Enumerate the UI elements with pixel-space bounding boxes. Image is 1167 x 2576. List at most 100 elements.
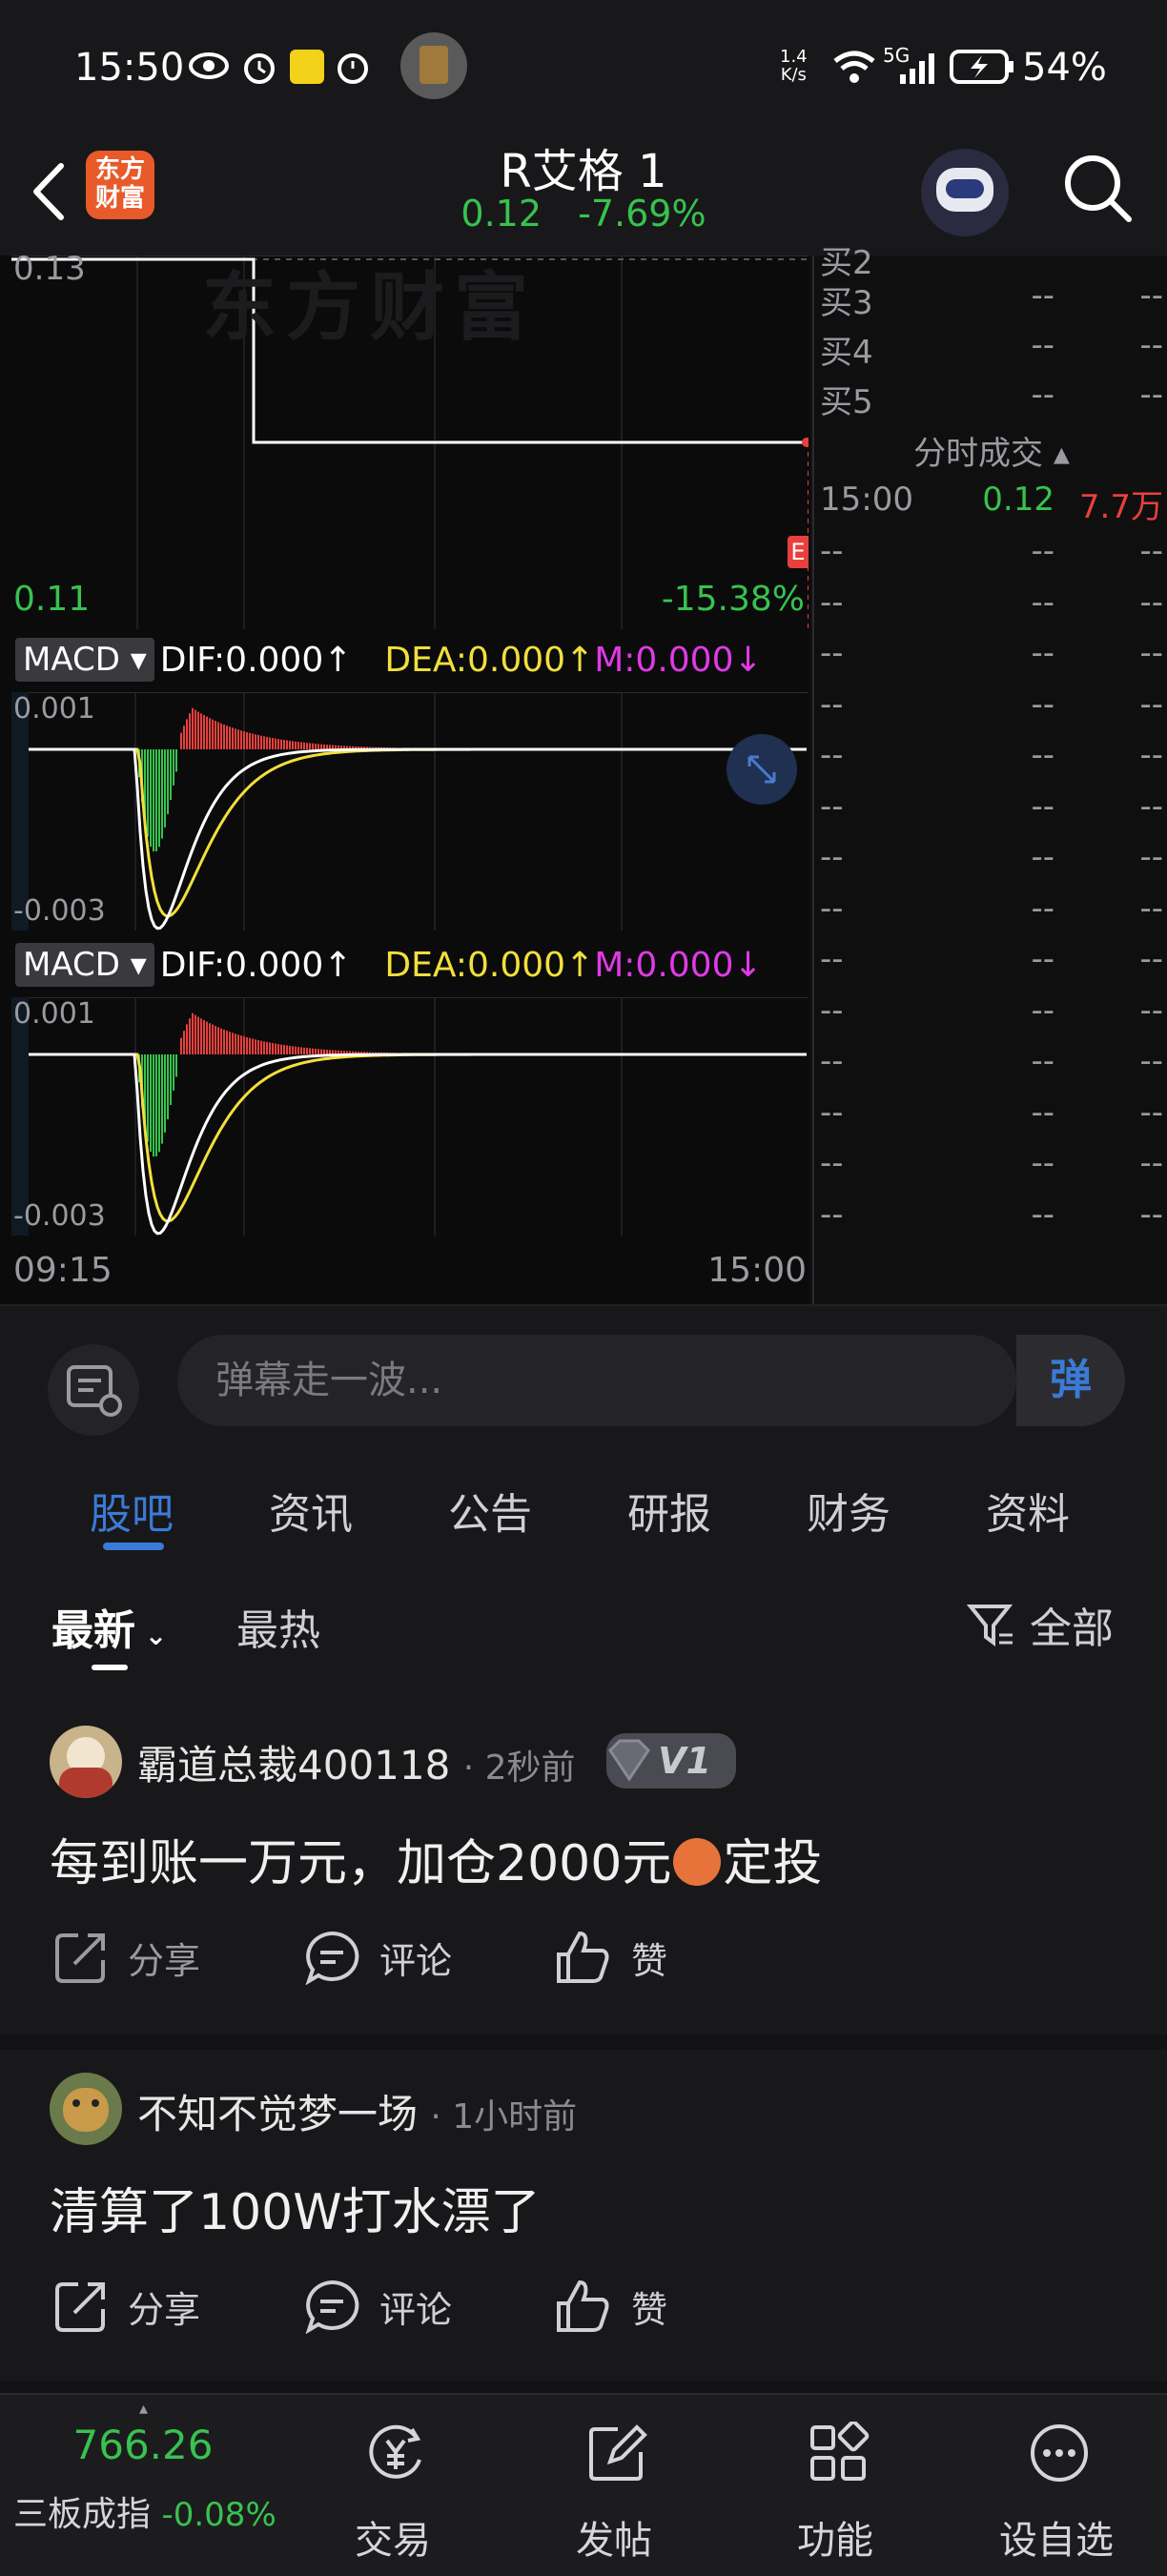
signal-icon — [900, 53, 934, 84]
post-item[interactable]: 不知不觉梦一场 · 1小时前 清算了100W打水漂了 分享 评论 赞 — [0, 2050, 1167, 2382]
share-button[interactable]: 分享 — [53, 1930, 200, 1985]
trade-row: -- -- -- — [820, 532, 1163, 570]
battery-percent: 54% — [1022, 46, 1107, 90]
status-time: 15:50 — [74, 46, 185, 90]
tab-guba[interactable]: 股吧 — [90, 1480, 174, 1541]
net-speed: 1.4 K/s — [780, 47, 808, 85]
share-button[interactable]: 分享 — [53, 2279, 200, 2334]
macd-selector[interactable]: MACD ▾ — [15, 943, 154, 987]
post-author[interactable]: 霸道总裁400118 · 2秒前 — [137, 1733, 576, 1791]
macd-y-bottom: -0.003 — [13, 1199, 106, 1233]
post-author[interactable]: 不知不觉梦一场 · 1小时前 — [137, 2082, 577, 2140]
index-ticker[interactable]: ▴ 766.26 三板成指 -0.08% — [0, 2395, 296, 2576]
danmaku-settings-icon — [67, 1365, 122, 1417]
macd-selector[interactable]: MACD ▾ — [15, 638, 154, 682]
sort-latest[interactable]: 最新 ⌄ — [51, 1596, 167, 1657]
like-button[interactable]: 赞 — [555, 2279, 667, 2334]
price-low-label: 0.11 — [13, 580, 91, 619]
tab-research[interactable]: 研报 — [627, 1480, 711, 1541]
comment-button[interactable]: 评论 — [303, 1930, 452, 1985]
trade-row: -- -- -- — [820, 940, 1163, 978]
macd-y-bottom: -0.003 — [13, 894, 106, 928]
sort-bar: 最新 ⌄ 最热 全部 — [0, 1560, 1167, 1684]
battery-icon — [950, 50, 1013, 84]
danmaku-settings-button[interactable] — [48, 1344, 139, 1436]
danmaku-send-button[interactable]: 弹 — [1016, 1335, 1125, 1426]
macd-y-top: 0.001 — [13, 997, 95, 1031]
trade-row: -- -- -- — [820, 787, 1163, 826]
intraday-chart-area[interactable]: 东方财富 0.13 0.11 -15.38% E MACD ▾ DIF:0.00… — [0, 250, 810, 1304]
trade-row: -- -- -- — [820, 889, 1163, 928]
macd-dif: DIF:0.000↑ — [159, 640, 353, 680]
avatar[interactable] — [50, 2073, 122, 2145]
order-book: 买2 买3 -- -- 买4 -- -- 买5 -- -- 分时成交 ▴ 15:… — [812, 244, 1167, 1304]
assistant-robot-icon[interactable] — [921, 149, 1009, 236]
nav-functions[interactable]: 功能 — [740, 2395, 931, 2576]
compose-icon — [589, 2424, 647, 2481]
active-tab-indicator — [103, 1543, 164, 1550]
nav-trade[interactable]: 交易 — [297, 2395, 488, 2576]
post-time: 1小时前 — [452, 2097, 578, 2136]
trade-row: -- -- -- — [820, 1144, 1163, 1182]
thumbs-up-icon — [557, 2280, 609, 2332]
danmaku-input[interactable]: 弹幕走一波... — [177, 1335, 1016, 1426]
price-top-label: 0.13 — [13, 250, 86, 288]
macd-dea: DEA:0.000↑ — [384, 640, 595, 680]
nav-watchlist[interactable]: 设自选 — [961, 2395, 1152, 2576]
content-tabs: 股吧 资讯 公告 研报 财务 资料 — [0, 1451, 1167, 1562]
search-icon[interactable] — [1060, 151, 1136, 227]
thumbs-up-icon — [557, 1931, 609, 1983]
comment-button[interactable]: 评论 — [303, 2279, 452, 2334]
post-text: 清算了100W打水漂了 — [50, 2184, 541, 2241]
danmaku-bar: 弹幕走一波... 弹 — [0, 1304, 1167, 1453]
sort-hottest[interactable]: 最热 — [236, 1596, 320, 1657]
tab-profile[interactable]: 资料 — [986, 1480, 1070, 1541]
trades-header[interactable]: 分时成交 ▴ — [814, 427, 1167, 474]
post-divider — [0, 2034, 1167, 2050]
macd-dea-line — [29, 1053, 807, 1223]
event-marker[interactable]: E — [788, 536, 809, 568]
macd-legend-1: MACD ▾ DIF:0.000↑ DEA:0.000↑ M:0.000↓ — [15, 635, 763, 685]
macd-dea-line — [29, 747, 807, 918]
comment-icon — [305, 2280, 359, 2334]
macd-m: M:0.000↓ — [594, 640, 763, 680]
bid-row: 买4 -- -- — [820, 326, 1163, 372]
trade-row: 15:00 0.12 7.7万 — [820, 480, 1163, 526]
alarm-icon — [244, 53, 275, 84]
bid-row: 买3 -- -- — [820, 276, 1163, 322]
expand-chart-button[interactable] — [727, 734, 797, 805]
share-icon — [55, 1933, 105, 1983]
sort-indicator — [92, 1665, 128, 1670]
like-button[interactable]: 赞 — [555, 1930, 667, 1985]
tab-announcements[interactable]: 公告 — [448, 1480, 532, 1541]
macd-dea: DEA:0.000↑ — [384, 945, 595, 985]
filter-button[interactable]: 全部 — [967, 1594, 1114, 1655]
macd-chart-1: 0.001 -0.003 — [11, 692, 809, 930]
index-name: 三板成指 — [13, 2495, 152, 2534]
share-icon — [55, 2282, 105, 2332]
post-item[interactable]: 霸道总裁400118 · 2秒前 V1 每到账一万元，加仓2000元 定投 分享 … — [0, 1684, 1167, 2034]
avatar[interactable] — [50, 1726, 122, 1798]
filter-icon — [967, 1605, 1013, 1646]
macd-legend-2: MACD ▾ DIF:0.000↑ DEA:0.000↑ M:0.000↓ — [15, 940, 763, 990]
post-time: 2秒前 — [484, 1748, 576, 1788]
alarm-icon — [338, 53, 368, 84]
expand-icon — [747, 755, 776, 784]
macd-dif: DIF:0.000↑ — [159, 945, 353, 985]
status-bar: 15:50 1.4 K/s 5G 54% — [0, 0, 1167, 133]
angry-emoji-icon — [673, 1838, 722, 1886]
diamond-icon — [608, 1739, 650, 1782]
tab-news[interactable]: 资讯 — [269, 1480, 353, 1541]
index-change: -0.08% — [161, 2496, 276, 2534]
wifi-icon — [833, 51, 875, 83]
nav-post[interactable]: 发帖 — [519, 2395, 709, 2576]
bid-row: 买5 -- -- — [820, 376, 1163, 421]
tab-finance[interactable]: 财务 — [807, 1480, 891, 1541]
macd-dif-line — [29, 1053, 807, 1236]
price-low-pct: -15.38% — [661, 580, 805, 619]
trade-row: -- -- -- — [820, 1093, 1163, 1132]
comment-icon — [305, 1931, 359, 1985]
watermark: 东方财富 — [202, 265, 539, 351]
macd-m: M:0.000↓ — [594, 945, 763, 985]
eye-icon — [189, 52, 229, 79]
